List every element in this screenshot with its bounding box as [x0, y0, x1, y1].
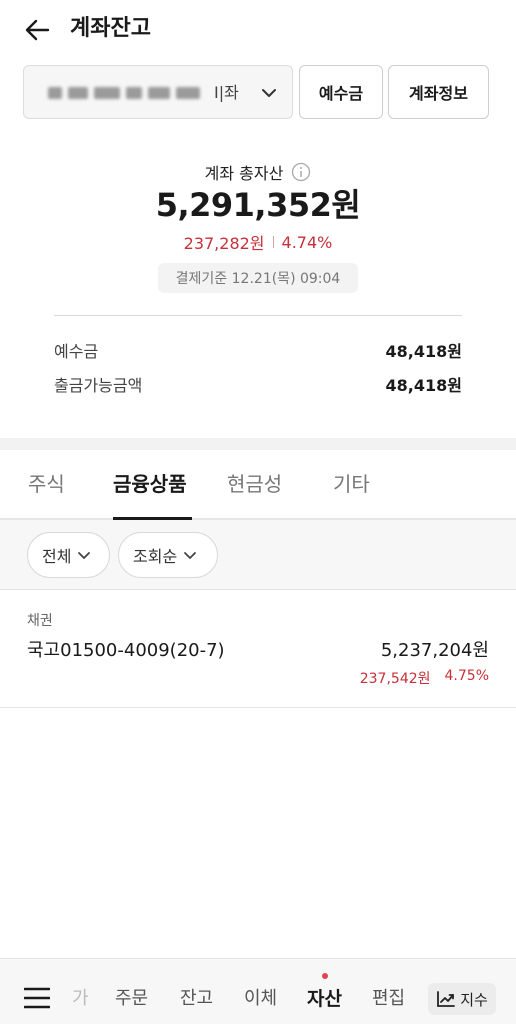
withdrawable-label: 출금가능금액 [54, 376, 143, 395]
header: 계좌잔고 [0, 0, 516, 58]
notification-dot [322, 973, 328, 979]
masked-account-number [48, 86, 200, 100]
tab-cash-equivalents[interactable]: 현금성 [227, 470, 282, 498]
withdrawable-row: 출금가능금액 48,418원 [54, 372, 462, 396]
sort-filter-dropdown[interactable]: 조회순 [118, 532, 218, 578]
tab-stocks[interactable]: 주식 [28, 470, 65, 498]
sort-filter-label: 조회순 [133, 547, 178, 566]
info-icon[interactable] [291, 162, 311, 182]
deposit-label: 예수금 [54, 342, 99, 361]
total-assets-label: 계좌 총자산 [204, 164, 284, 183]
total-assets-amount: 5,291,352원 [155, 186, 361, 224]
account-selector[interactable]: I|좌 [23, 65, 293, 119]
hamburger-menu-icon[interactable] [24, 987, 50, 1009]
chevron-down-icon [184, 552, 197, 559]
holding-value: 5,237,204원 [380, 640, 489, 661]
section-divider [0, 438, 516, 450]
profit-separator [272, 236, 274, 248]
total-assets-label-row: 계좌 총자산 [0, 160, 516, 184]
account-name-suffix: I|좌 [214, 83, 239, 102]
tab-financial-products[interactable]: 금융상품 [113, 470, 187, 498]
deposit-button[interactable]: 예수금 [299, 65, 383, 119]
nav-item-order[interactable]: 주문 [115, 987, 148, 1011]
settlement-basis-chip: 결제기준 12.21(목) 09:04 [158, 263, 358, 293]
bottom-nav: 가 주문 잔고 이체 자산 편집 지수 [0, 958, 516, 1024]
nav-item-edit[interactable]: 편집 [372, 987, 405, 1011]
holding-profit: 237,542원 [359, 671, 431, 687]
holding-category: 채권 [27, 613, 53, 629]
filter-bar: 전체 조회순 [0, 520, 516, 590]
index-button[interactable]: 지수 [428, 983, 496, 1015]
nav-item-assets[interactable]: 자산 [307, 987, 342, 1011]
profit-rate: 4.74% [281, 232, 333, 252]
trend-chart-icon [437, 991, 456, 1007]
nav-item-transfer[interactable]: 이체 [244, 987, 277, 1011]
index-label: 지수 [460, 990, 488, 1009]
nav-item-balance[interactable]: 잔고 [180, 987, 213, 1011]
type-filter-dropdown[interactable]: 전체 [27, 532, 110, 578]
chevron-down-icon [262, 89, 276, 97]
summary-divider [54, 315, 462, 316]
holding-list-item[interactable]: 채권 국고01500-4009(20-7) 5,237,204원 237,542… [0, 590, 516, 708]
deposit-value: 48,418원 [385, 342, 462, 361]
withdrawable-value: 48,418원 [385, 376, 462, 395]
account-info-button[interactable]: 계좌정보 [388, 65, 489, 119]
holding-profit-row: 237,542원 4.75% [360, 668, 489, 688]
tab-others[interactable]: 기타 [333, 470, 370, 498]
nav-item-partial[interactable]: 가 [72, 987, 89, 1011]
holding-name: 국고01500-4009(20-7) [27, 640, 225, 661]
deposit-row: 예수금 48,418원 [54, 338, 462, 362]
type-filter-label: 전체 [42, 547, 72, 566]
holding-rate: 4.75% [444, 668, 489, 684]
profit-amount: 237,282원 [183, 234, 265, 253]
profit-row: 237,282원 4.74% [0, 230, 516, 254]
page-title: 계좌잔고 [70, 16, 151, 41]
back-arrow-icon[interactable] [22, 14, 54, 46]
chevron-down-icon [78, 552, 91, 559]
asset-tabs: 주식 금융상품 현금성 기타 [0, 450, 516, 520]
